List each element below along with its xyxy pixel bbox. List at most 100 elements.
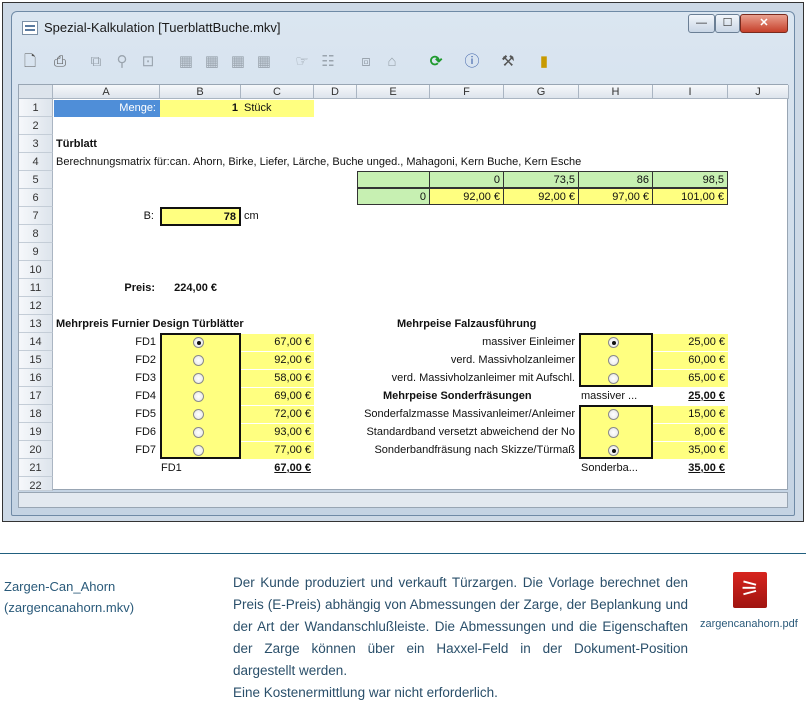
sheet-corner[interactable]: [19, 85, 53, 99]
pdf-link[interactable]: zargencanahorn.pdf: [700, 618, 798, 630]
row-header[interactable]: 7: [19, 207, 53, 225]
matrix-cell[interactable]: 73,5: [503, 171, 579, 188]
refresh-icon[interactable]: ⟳: [426, 52, 446, 72]
column-header-c[interactable]: C: [241, 85, 314, 99]
row-header[interactable]: 19: [19, 423, 53, 441]
print-icon[interactable]: ⎙: [50, 52, 70, 72]
fd-price: 72,00 €: [241, 406, 314, 423]
column-header-e[interactable]: E: [357, 85, 430, 99]
row-header[interactable]: 5: [19, 171, 53, 189]
matrix-cell[interactable]: 0: [357, 188, 430, 205]
paste-icon[interactable]: ⧈: [356, 52, 376, 72]
maximize-button[interactable]: ☐: [715, 14, 740, 33]
menge-value[interactable]: 1: [160, 100, 241, 117]
falz-radio[interactable]: [608, 337, 619, 348]
row-header[interactable]: 4: [19, 153, 53, 171]
fd-radio[interactable]: [193, 391, 204, 402]
delete-row-icon[interactable]: ▦: [202, 52, 222, 72]
row-header[interactable]: 9: [19, 243, 53, 261]
fd-radio[interactable]: [193, 373, 204, 384]
find-icon[interactable]: ⚲: [112, 52, 132, 72]
caption-title: Zargen-Can_Ahorn (zargencanahorn.mkv): [4, 576, 134, 618]
sonder-radio[interactable]: [608, 427, 619, 438]
matrix-cell[interactable]: 97,00 €: [578, 188, 653, 205]
row-header[interactable]: 16: [19, 369, 53, 387]
sonder-radio[interactable]: [608, 409, 619, 420]
sonder-selected-label: massiver ...: [581, 390, 638, 402]
row-header[interactable]: 15: [19, 351, 53, 369]
fd-radio[interactable]: [193, 445, 204, 456]
fd-radio[interactable]: [193, 409, 204, 420]
new-document-icon[interactable]: 🗋: [20, 52, 40, 72]
tree-icon[interactable]: ☷: [318, 52, 338, 72]
row-header[interactable]: 12: [19, 297, 53, 315]
matrix-cell[interactable]: 0: [429, 171, 504, 188]
matrix-cell[interactable]: [357, 171, 430, 188]
fd-price: 77,00 €: [241, 442, 314, 459]
fd-price: 67,00 €: [241, 334, 314, 351]
column-header-f[interactable]: F: [430, 85, 504, 99]
fd-radio[interactable]: [193, 355, 204, 366]
row-header[interactable]: 13: [19, 315, 53, 333]
falz-radio[interactable]: [608, 355, 619, 366]
column-header-b[interactable]: B: [160, 85, 241, 99]
b-input[interactable]: 78: [160, 207, 241, 226]
column-header-g[interactable]: G: [504, 85, 579, 99]
horizontal-scrollbar[interactable]: [18, 492, 788, 508]
matrix-cell[interactable]: 92,00 €: [429, 188, 504, 205]
b-unit: cm: [244, 210, 259, 222]
fd-label: FD4: [135, 390, 156, 402]
caption-description: Der Kunde produziert und verkauft Türzar…: [233, 572, 688, 704]
row-header[interactable]: 20: [19, 441, 53, 459]
row-header[interactable]: 11: [19, 279, 53, 297]
column-header-h[interactable]: H: [579, 85, 653, 99]
falz-price: 60,00 €: [653, 352, 728, 369]
matrix-cell[interactable]: 101,00 €: [652, 188, 728, 205]
row-header[interactable]: 1: [19, 99, 53, 117]
column-header-a[interactable]: A: [53, 85, 160, 99]
falz-label: verd. Massivholzanleimer: [450, 354, 575, 366]
fd-radio[interactable]: [193, 337, 204, 348]
insert-row-icon[interactable]: ▦: [176, 52, 196, 72]
fd-radio[interactable]: [193, 427, 204, 438]
row-header[interactable]: 21: [19, 459, 53, 477]
pointer-icon[interactable]: ☞: [292, 52, 312, 72]
row-header[interactable]: 22: [19, 477, 53, 492]
column-header-i[interactable]: I: [653, 85, 728, 99]
matrix-cell[interactable]: 86: [578, 171, 653, 188]
row-header[interactable]: 6: [19, 189, 53, 207]
delete-column-icon[interactable]: ▦: [254, 52, 274, 72]
info-icon[interactable]: ⓘ: [462, 52, 482, 72]
sonder-price: 8,00 €: [653, 424, 728, 441]
fd-label: FD5: [135, 408, 156, 420]
exit-door-icon[interactable]: ▮: [534, 52, 554, 72]
row-header[interactable]: 18: [19, 405, 53, 423]
preview-icon[interactable]: ⊡: [138, 52, 158, 72]
row-header[interactable]: 17: [19, 387, 53, 405]
toolbar: 🗋 ⎙ ⧉ ⚲ ⊡ ▦ ▦ ▦ ▦ ☞ ☷ ⧈ ⌂ ⟳ ⓘ ⚒ ▮: [16, 48, 790, 78]
falz-label: massiver Einleimer: [482, 336, 575, 348]
copy-icon[interactable]: ⧉: [86, 52, 106, 72]
sonder-label: Standardband versetzt abweichend der No: [366, 426, 575, 438]
matrix-cell[interactable]: 92,00 €: [503, 188, 579, 205]
matrix-cell[interactable]: 98,5: [652, 171, 728, 188]
column-header-j[interactable]: J: [728, 85, 789, 99]
falz-heading: Mehrpeise Falzausführung: [397, 318, 537, 330]
close-button[interactable]: ✕: [740, 14, 788, 33]
insert-column-icon[interactable]: ▦: [228, 52, 248, 72]
mehrpreis-heading: Mehrpreis Furnier Design Türblätter: [56, 318, 244, 330]
tools-icon[interactable]: ⚒: [498, 52, 518, 72]
lock-icon[interactable]: ⌂: [382, 52, 402, 72]
row-header[interactable]: 8: [19, 225, 53, 243]
column-header-d[interactable]: D: [314, 85, 357, 99]
falz-price: 25,00 €: [653, 334, 728, 351]
row-header[interactable]: 3: [19, 135, 53, 153]
row-header[interactable]: 14: [19, 333, 53, 351]
row-header[interactable]: 2: [19, 117, 53, 135]
b-label: B:: [143, 210, 154, 222]
pdf-icon[interactable]: [733, 572, 767, 608]
sonder-radio[interactable]: [608, 445, 619, 456]
falz-radio[interactable]: [608, 373, 619, 384]
row-header[interactable]: 10: [19, 261, 53, 279]
minimize-button[interactable]: —: [688, 14, 715, 33]
